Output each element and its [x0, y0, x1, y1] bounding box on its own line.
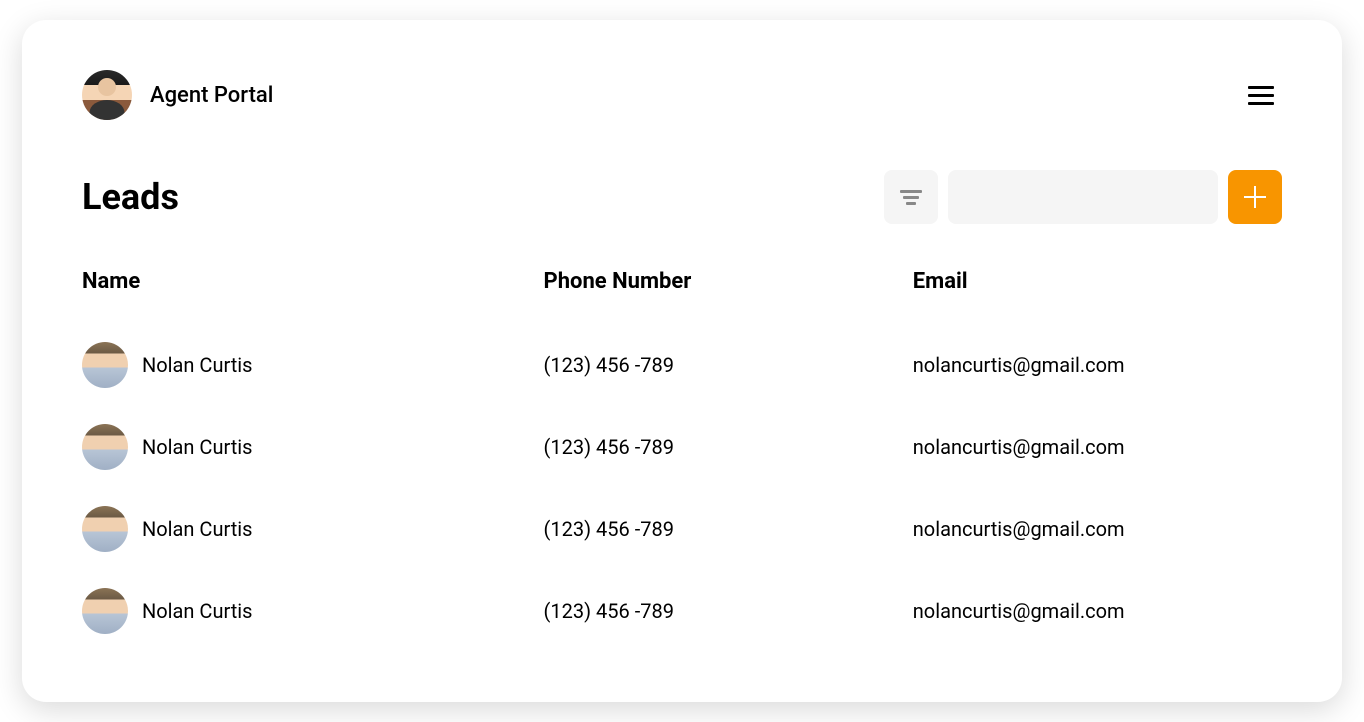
menu-icon [1248, 102, 1274, 105]
lead-phone: (123) 456 -789 [544, 435, 913, 459]
toolbar-actions [884, 170, 1282, 224]
table-row[interactable]: Nolan Curtis (123) 456 -789 nolancurtis@… [82, 406, 1282, 488]
menu-icon [1248, 94, 1274, 97]
filter-button[interactable] [884, 170, 938, 224]
lead-email: nolancurtis@gmail.com [913, 517, 1282, 541]
menu-button[interactable] [1240, 78, 1282, 113]
leads-table: Name Phone Number Email Nolan Curtis (12… [82, 269, 1282, 652]
lead-avatar [82, 506, 128, 552]
column-phone: Phone Number [544, 269, 913, 294]
lead-name: Nolan Curtis [142, 353, 252, 377]
column-email: Email [913, 269, 1282, 294]
lead-name: Nolan Curtis [142, 599, 252, 623]
agent-avatar[interactable] [82, 70, 132, 120]
page-title: Leads [82, 176, 179, 218]
main-card: Agent Portal Leads Name Phone Number Ema… [22, 20, 1342, 702]
lead-email: nolancurtis@gmail.com [913, 599, 1282, 623]
lead-avatar [82, 588, 128, 634]
lead-email: nolancurtis@gmail.com [913, 353, 1282, 377]
name-cell: Nolan Curtis [82, 342, 544, 388]
table-row[interactable]: Nolan Curtis (123) 456 -789 nolancurtis@… [82, 488, 1282, 570]
app-title: Agent Portal [150, 83, 273, 108]
table-row[interactable]: Nolan Curtis (123) 456 -789 nolancurtis@… [82, 324, 1282, 406]
lead-phone: (123) 456 -789 [544, 353, 913, 377]
name-cell: Nolan Curtis [82, 424, 544, 470]
menu-icon [1248, 86, 1274, 89]
lead-phone: (123) 456 -789 [544, 517, 913, 541]
column-name: Name [82, 269, 544, 294]
lead-avatar [82, 424, 128, 470]
add-button[interactable] [1228, 170, 1282, 224]
filter-icon [903, 196, 919, 199]
header: Agent Portal [82, 70, 1282, 120]
header-left: Agent Portal [82, 70, 273, 120]
filter-icon [900, 190, 922, 193]
lead-avatar [82, 342, 128, 388]
name-cell: Nolan Curtis [82, 506, 544, 552]
lead-email: nolancurtis@gmail.com [913, 435, 1282, 459]
lead-phone: (123) 456 -789 [544, 599, 913, 623]
lead-name: Nolan Curtis [142, 517, 252, 541]
filter-icon [906, 202, 916, 205]
table-row[interactable]: Nolan Curtis (123) 456 -789 nolancurtis@… [82, 570, 1282, 652]
toolbar: Leads [82, 170, 1282, 224]
lead-name: Nolan Curtis [142, 435, 252, 459]
name-cell: Nolan Curtis [82, 588, 544, 634]
search-input[interactable] [948, 170, 1218, 224]
table-body: Nolan Curtis (123) 456 -789 nolancurtis@… [82, 324, 1282, 652]
table-header: Name Phone Number Email [82, 269, 1282, 324]
